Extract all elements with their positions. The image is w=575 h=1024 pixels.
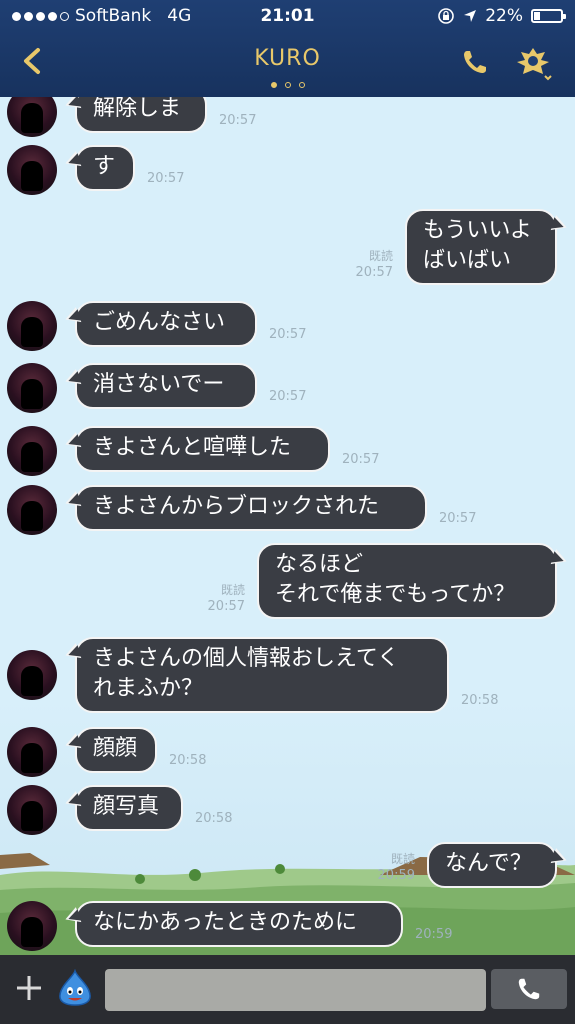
message-text: なにかあったときのために xyxy=(93,910,358,935)
page-dot xyxy=(298,82,305,88)
location-icon xyxy=(464,10,477,22)
avatar[interactable] xyxy=(7,485,57,535)
message-input[interactable] xyxy=(105,969,486,1011)
message-time: 20:58 xyxy=(169,753,207,768)
message-text: 解除しま xyxy=(93,97,182,121)
message-text: なるほど xyxy=(275,552,364,577)
message-time: 20:57 xyxy=(219,113,257,128)
message-in: 顔写真 20:58 xyxy=(0,785,575,835)
message-text: きよさんと喧嘩した xyxy=(93,435,292,460)
message-text: れまふか？ xyxy=(93,676,204,701)
page-indicator xyxy=(0,82,575,88)
message-in: ごめんなさい 20:57 xyxy=(0,301,575,351)
message-bubble[interactable]: 解除しま xyxy=(75,97,207,133)
message-time: 20:57 xyxy=(355,265,393,280)
message-in: 顔顔 20:58 xyxy=(0,727,575,777)
message-time: 20:57 xyxy=(269,327,307,342)
message-time: 20:57 xyxy=(342,452,380,467)
message-time: 20:57 xyxy=(147,171,185,186)
message-bubble[interactable]: きよさんからブロックされた xyxy=(75,485,427,531)
message-in: す 20:57 xyxy=(0,145,575,195)
message-in: きよさんと喧嘩した 20:57 xyxy=(0,426,575,476)
phone-icon xyxy=(518,978,540,1000)
message-text: 顔写真 xyxy=(93,794,160,819)
avatar[interactable] xyxy=(7,650,57,700)
read-receipt: 既読 xyxy=(390,852,415,866)
message-text: それで俺までもってか？ xyxy=(275,582,516,607)
header-bar: SoftBank 4G 21:01 22% KURO xyxy=(0,0,575,100)
avatar[interactable] xyxy=(7,727,57,777)
crest-icon[interactable] xyxy=(511,44,555,82)
message-time: 20:59 xyxy=(415,927,453,942)
message-text: ばいばい xyxy=(423,248,512,273)
call-button[interactable] xyxy=(491,969,567,1009)
message-time: 20:58 xyxy=(195,811,233,826)
message-time: 20:59 xyxy=(377,868,415,883)
message-bubble[interactable]: なんで？ xyxy=(427,842,557,888)
message-text: もういいよ xyxy=(423,218,532,243)
message-bubble[interactable]: 顔顔 xyxy=(75,727,157,773)
message-bubble[interactable]: なにかあったときのために xyxy=(75,901,403,947)
message-time: 20:57 xyxy=(439,511,477,526)
message-bubble[interactable]: きよさんの個人情報おしえてく れまふか？ xyxy=(75,637,449,713)
message-bubble[interactable]: 顔写真 xyxy=(75,785,183,831)
read-receipt: 既読 xyxy=(368,249,393,263)
message-time: 20:58 xyxy=(461,693,499,708)
message-bubble[interactable]: きよさんと喧嘩した xyxy=(75,426,330,472)
message-out: 既読 もういいよ ばいばい 20:57 xyxy=(0,209,575,285)
message-in: 解除しま 20:57 xyxy=(0,97,575,137)
message-out: 既読 なんで？ 20:59 xyxy=(0,842,575,888)
avatar[interactable] xyxy=(7,363,57,413)
battery-percent: 22% xyxy=(485,6,523,26)
page-dot xyxy=(284,82,291,88)
message-time: 20:57 xyxy=(269,389,307,404)
input-bar xyxy=(0,955,575,1024)
status-right: 22% xyxy=(437,6,566,26)
battery-icon xyxy=(531,9,566,23)
message-text: す xyxy=(93,154,116,179)
plus-icon[interactable] xyxy=(14,973,44,1003)
message-bubble[interactable]: もういいよ ばいばい xyxy=(405,209,557,285)
status-bar: SoftBank 4G 21:01 22% xyxy=(0,6,575,28)
avatar[interactable] xyxy=(7,785,57,835)
message-bubble[interactable]: す xyxy=(75,145,135,191)
message-in: 消さないでー 20:57 xyxy=(0,363,575,413)
avatar[interactable] xyxy=(7,145,57,195)
rotation-lock-icon xyxy=(438,8,455,24)
avatar[interactable] xyxy=(7,97,57,137)
message-bubble[interactable]: なるほどそれで俺までもってか？ xyxy=(257,543,557,619)
message-out: 既読 なるほど それで俺までもってか？ 20:57 xyxy=(0,543,575,619)
message-text: なんで？ xyxy=(445,851,532,876)
message-bubble[interactable]: 消さないでー xyxy=(75,363,257,409)
message-in: きよさんの個人情報おしえてく れまふか？ 20:58 xyxy=(0,637,575,713)
message-text: 顔顔 xyxy=(93,736,138,761)
page-dot xyxy=(270,82,277,88)
avatar[interactable] xyxy=(7,901,57,951)
message-in: きよさんからブロックされた 20:57 xyxy=(0,485,575,535)
slime-icon[interactable] xyxy=(56,969,94,1007)
avatar[interactable] xyxy=(7,426,57,476)
phone-icon[interactable] xyxy=(461,48,489,76)
message-text: 消さないでー xyxy=(93,372,225,397)
message-text: きよさんの個人情報おしえてく xyxy=(93,646,400,671)
avatar[interactable] xyxy=(7,301,57,351)
message-text: きよさんからブロックされた xyxy=(93,494,380,519)
message-in: なにかあったときのために 20:59 xyxy=(0,901,575,951)
chat-area[interactable]: 解除しま 20:57 す 20:57 既読 もういいよ ばいばい 20:57 ごめんなさい 20:… xyxy=(0,97,575,955)
message-bubble[interactable]: ごめんなさい xyxy=(75,301,257,347)
message-text: ごめんなさい xyxy=(93,310,226,335)
read-receipt: 既読 xyxy=(220,583,245,597)
message-time: 20:57 xyxy=(207,599,245,614)
